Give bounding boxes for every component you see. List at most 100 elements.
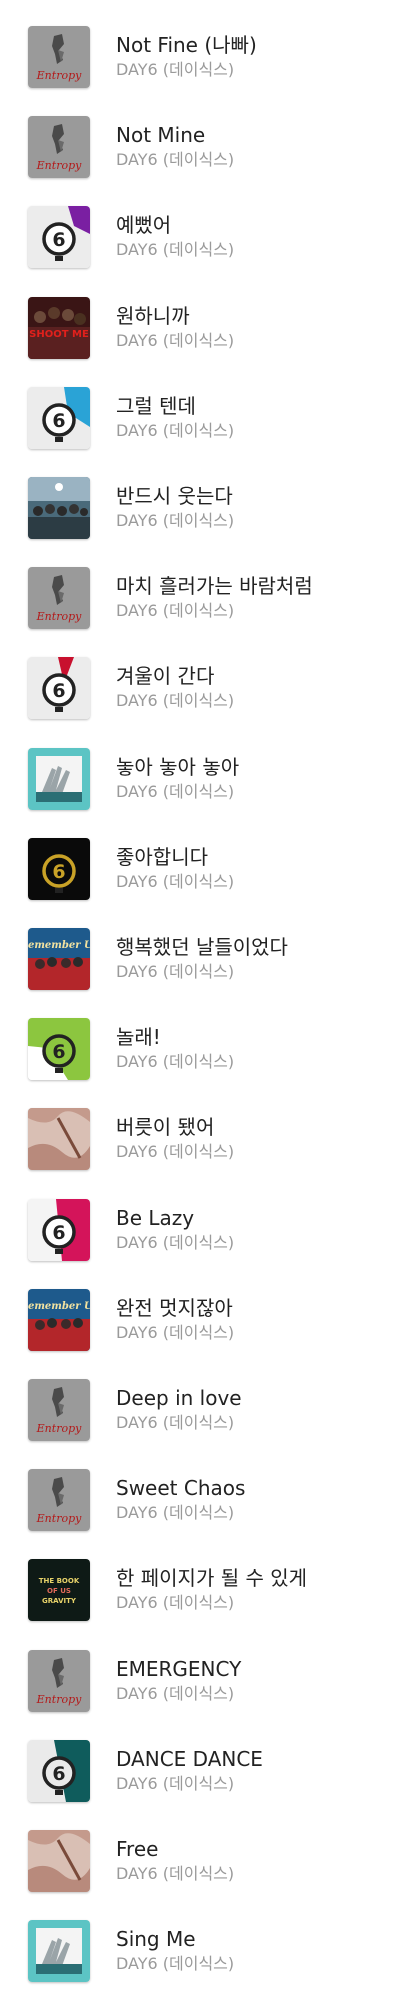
song-title: 마치 흘러가는 바람처럼: [116, 574, 313, 598]
svg-text:SHOOT ME: SHOOT ME: [29, 329, 89, 340]
svg-text:Entropy: Entropy: [36, 69, 82, 82]
song-list: Entropy Not Fine (나빠) DAY6 (데이식스) Entropy No…: [0, 0, 400, 2000]
song-artist: DAY6 (데이식스): [116, 60, 235, 79]
song-artist: DAY6 (데이식스): [116, 1503, 235, 1522]
song-title: Sing Me: [116, 1927, 196, 1951]
svg-text:6: 6: [52, 1763, 65, 1785]
svg-text:THE BOOK: THE BOOK: [39, 1577, 80, 1585]
song-row[interactable]: Entropy Not Mine DAY6 (데이식스): [0, 116, 400, 206]
song-artist: DAY6 (데이식스): [116, 601, 235, 620]
svg-text:Entropy: Entropy: [36, 1422, 82, 1435]
song-artist: DAY6 (데이식스): [116, 1684, 235, 1703]
svg-text:Entropy: Entropy: [36, 610, 82, 623]
song-row[interactable]: THE BOOK OF US GRAVITY 한 페이지가 될 수 있게 DAY6 (데…: [0, 1559, 400, 1649]
song-title: 좋아합니다: [116, 845, 208, 869]
album-cover: Entropy: [28, 26, 90, 88]
song-row[interactable]: Entropy 마치 흘러가는 바람처럼 DAY6 (데이식스): [0, 567, 400, 657]
svg-text:OF US: OF US: [47, 1587, 71, 1595]
svg-text:6: 6: [52, 1041, 65, 1063]
svg-text:6: 6: [52, 229, 65, 251]
song-title: 그럴 텐데: [116, 394, 196, 418]
song-artist: DAY6 (데이식스): [116, 782, 235, 801]
album-cover: [28, 1830, 90, 1892]
album-cover: Entropy: [28, 1650, 90, 1712]
song-artist: DAY6 (데이식스): [116, 1142, 235, 1161]
song-artist: DAY6 (데이식스): [116, 1774, 235, 1793]
song-artist: DAY6 (데이식스): [116, 1052, 235, 1071]
album-cover: 6: [28, 657, 90, 719]
svg-text:6: 6: [52, 861, 65, 883]
song-artist: DAY6 (데이식스): [116, 1233, 235, 1252]
album-cover: [28, 748, 90, 810]
svg-text:GRAVITY: GRAVITY: [42, 1597, 77, 1605]
song-title: Be Lazy: [116, 1206, 195, 1230]
song-title: 놓아 놓아 놓아: [116, 755, 240, 779]
album-cover: 6: [28, 838, 90, 900]
album-cover: 6: [28, 206, 90, 268]
song-artist: DAY6 (데이식스): [116, 1323, 235, 1342]
song-row[interactable]: Sing Me DAY6 (데이식스): [0, 1920, 400, 2000]
song-row[interactable]: 6 예뻤어 DAY6 (데이식스): [0, 206, 400, 296]
song-row[interactable]: 6 겨울이 간다 DAY6 (데이식스): [0, 657, 400, 747]
album-cover: 6: [28, 1018, 90, 1080]
album-cover: [28, 477, 90, 539]
album-cover: 6: [28, 387, 90, 449]
song-title: Sweet Chaos: [116, 1476, 246, 1500]
song-row[interactable]: Entropy Sweet Chaos DAY6 (데이식스): [0, 1469, 400, 1559]
svg-text:Entropy: Entropy: [36, 1512, 82, 1525]
album-cover: [28, 1920, 90, 1982]
song-row[interactable]: 6 DANCE DANCE DAY6 (데이식스): [0, 1740, 400, 1830]
svg-text:Remember Us: Remember Us: [28, 1301, 90, 1312]
song-row[interactable]: 6 Be Lazy DAY6 (데이식스): [0, 1199, 400, 1289]
song-title: 한 페이지가 될 수 있게: [116, 1566, 308, 1590]
album-cover: 6: [28, 1199, 90, 1261]
song-row[interactable]: SHOOT ME 원하니까 DAY6 (데이식스): [0, 297, 400, 387]
song-title: 겨울이 간다: [116, 664, 215, 688]
song-artist: DAY6 (데이식스): [116, 150, 235, 169]
album-cover: Entropy: [28, 1379, 90, 1441]
song-title: Deep in love: [116, 1386, 242, 1410]
album-cover: THE BOOK OF US GRAVITY: [28, 1559, 90, 1621]
song-row[interactable]: Entropy Deep in love DAY6 (데이식스): [0, 1379, 400, 1469]
song-row[interactable]: 놓아 놓아 놓아 DAY6 (데이식스): [0, 748, 400, 838]
album-cover: Entropy: [28, 567, 90, 629]
song-row[interactable]: 6 좋아합니다 DAY6 (데이식스): [0, 838, 400, 928]
song-title: 행복했던 날들이었다: [116, 935, 288, 959]
album-cover: Entropy: [28, 1469, 90, 1531]
song-artist: DAY6 (데이식스): [116, 962, 235, 981]
album-cover: 6: [28, 1740, 90, 1802]
song-title: DANCE DANCE: [116, 1747, 263, 1771]
svg-text:Remember Us: Remember Us: [28, 940, 90, 951]
song-artist: DAY6 (데이식스): [116, 1864, 235, 1883]
album-cover: Remember Us: [28, 928, 90, 990]
song-title: 놀래!: [116, 1025, 161, 1049]
song-row[interactable]: 버릇이 됐어 DAY6 (데이식스): [0, 1108, 400, 1198]
svg-text:6: 6: [52, 1222, 65, 1244]
song-artist: DAY6 (데이식스): [116, 240, 235, 259]
svg-text:6: 6: [52, 410, 65, 432]
song-title: 예뻤어: [116, 213, 172, 237]
song-title: Free: [116, 1837, 159, 1861]
song-row[interactable]: 반드시 웃는다 DAY6 (데이식스): [0, 477, 400, 567]
svg-text:Entropy: Entropy: [36, 159, 82, 172]
song-row[interactable]: 6 놀래! DAY6 (데이식스): [0, 1018, 400, 1108]
album-cover: Remember Us: [28, 1289, 90, 1351]
song-artist: DAY6 (데이식스): [116, 331, 235, 350]
song-row[interactable]: Remember Us 완전 멋지잖아 DAY6 (데이식스): [0, 1289, 400, 1379]
song-row[interactable]: Remember Us 행복했던 날들이었다 DAY6 (데이식스): [0, 928, 400, 1018]
song-title: 버릇이 됐어: [116, 1115, 215, 1139]
svg-text:6: 6: [52, 680, 65, 702]
album-cover: SHOOT ME: [28, 297, 90, 359]
album-cover: [28, 1108, 90, 1170]
svg-text:Entropy: Entropy: [36, 1693, 82, 1706]
song-title: Not Mine: [116, 123, 206, 147]
song-artist: DAY6 (데이식스): [116, 1413, 235, 1432]
song-row[interactable]: 6 그럴 텐데 DAY6 (데이식스): [0, 387, 400, 477]
song-row[interactable]: Entropy Not Fine (나빠) DAY6 (데이식스): [0, 26, 400, 116]
song-row[interactable]: Entropy EMERGENCY DAY6 (데이식스): [0, 1650, 400, 1740]
song-artist: DAY6 (데이식스): [116, 872, 235, 891]
song-artist: DAY6 (데이식스): [116, 511, 235, 530]
song-title: 완전 멋지잖아: [116, 1296, 233, 1320]
song-artist: DAY6 (데이식스): [116, 1593, 235, 1612]
song-row[interactable]: Free DAY6 (데이식스): [0, 1830, 400, 1920]
